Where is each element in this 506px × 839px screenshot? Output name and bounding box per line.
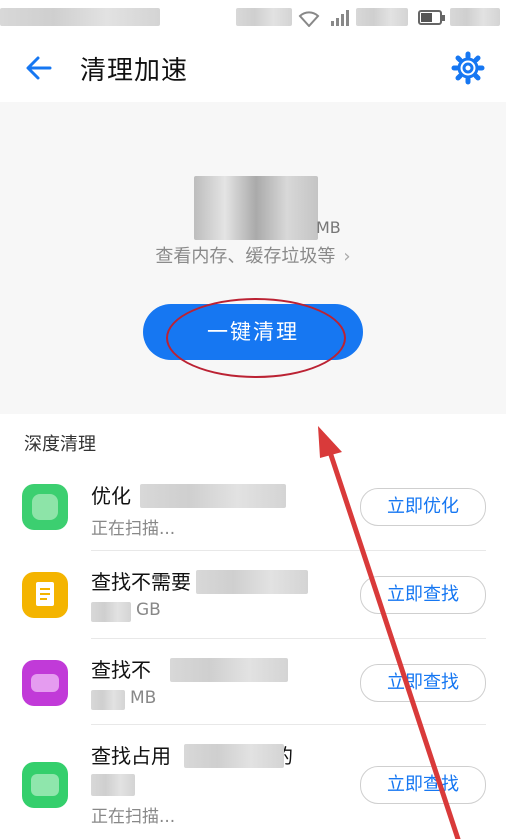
status-blur-left: [0, 8, 160, 26]
app-bar: 清理加速: [0, 36, 506, 103]
item-subtitle: 正在扫描...: [91, 807, 176, 827]
back-button[interactable]: [22, 50, 58, 86]
divider: [91, 638, 486, 639]
item-title: 查找不需要: [91, 570, 191, 594]
list-item[interactable]: 优化 正在扫描... 立即优化: [0, 466, 506, 554]
item-title: 优化: [91, 484, 131, 508]
memory-details-link[interactable]: 查看内存、缓存垃圾等 ›: [0, 242, 506, 268]
file-icon: [22, 572, 68, 618]
settings-button[interactable]: [450, 50, 486, 86]
status-bar: [0, 0, 506, 36]
page-title: 清理加速: [80, 56, 189, 86]
status-blur-1: [236, 8, 292, 26]
size-value-blur: [91, 602, 131, 622]
item-subtitle: MB: [130, 688, 157, 708]
item-title-blur: [184, 744, 284, 768]
chevron-right-icon: ›: [343, 246, 351, 267]
section-title: 深度清理: [24, 434, 96, 455]
item-title-blur: [140, 484, 286, 508]
list-item[interactable]: 查找不 MB 立即查找: [0, 640, 506, 728]
signal-icon: [331, 10, 349, 26]
memory-value-blurred: [194, 176, 318, 240]
find-now-button[interactable]: 立即查找: [360, 766, 486, 804]
item-title-blur: [196, 570, 308, 594]
list-item[interactable]: 查找不需要 GB 立即查找: [0, 552, 506, 640]
optimize-app-icon: [22, 484, 68, 530]
status-blur-2: [356, 8, 408, 26]
memory-details-label: 查看内存、缓存垃圾等: [155, 246, 336, 267]
divider: [91, 550, 486, 551]
item-subtitle: GB: [136, 600, 161, 620]
item-subtitle: 正在扫描...: [91, 519, 176, 539]
memory-summary: MB 查看内存、缓存垃圾等 › 一键清理: [0, 102, 506, 414]
item-title-blur: [170, 658, 288, 682]
optimize-now-button[interactable]: 立即优化: [360, 488, 486, 526]
gear-icon: [451, 51, 485, 85]
document-icon: [36, 582, 54, 606]
item-line2-blur: [91, 774, 135, 796]
status-blur-3: [450, 8, 500, 26]
battery-icon: [418, 10, 445, 25]
app-icon: [22, 762, 68, 808]
back-arrow-icon: [26, 56, 52, 80]
size-value-blur: [91, 690, 125, 710]
memory-unit: MB: [316, 218, 341, 237]
find-now-button[interactable]: 立即查找: [360, 576, 486, 614]
list-item[interactable]: 查找占用的 正在扫描... 立即查找: [0, 728, 506, 839]
item-title: 查找不: [91, 658, 151, 682]
find-now-button[interactable]: 立即查找: [360, 664, 486, 702]
wifi-icon: [298, 11, 320, 27]
divider: [91, 724, 486, 725]
media-app-icon: [22, 660, 68, 706]
annotation-ellipse: [166, 298, 346, 378]
